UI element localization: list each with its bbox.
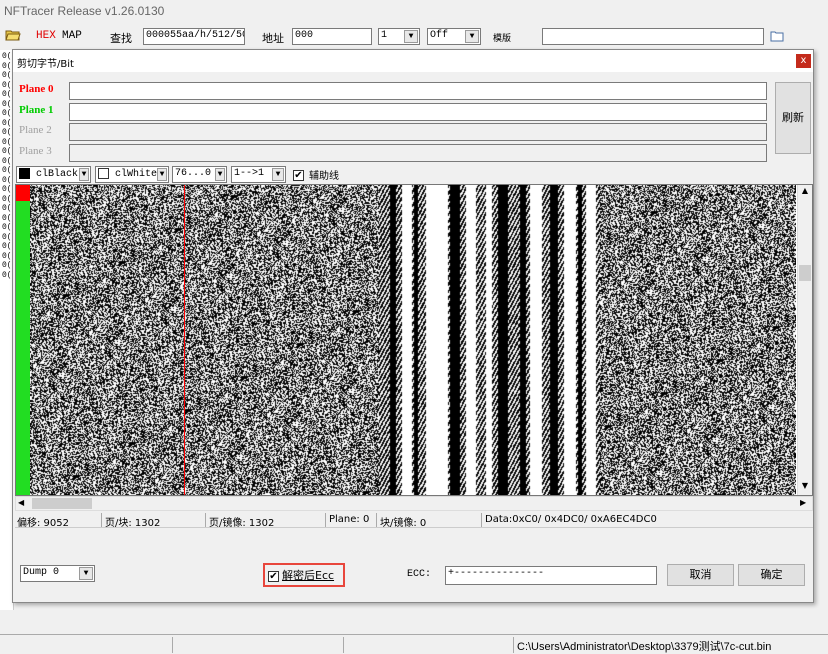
cancel-button[interactable]: 取消 bbox=[667, 564, 734, 586]
hex-tab[interactable]: HEX bbox=[36, 30, 56, 42]
plane-label-2: Plane 2 bbox=[19, 124, 52, 136]
plane-label-1: Plane 1 bbox=[19, 103, 54, 116]
mode-select-value: Off bbox=[430, 30, 449, 41]
scroll-right-icon[interactable]: ▶ bbox=[800, 498, 812, 510]
dialog-title: 剪切字节/Bit bbox=[17, 59, 74, 70]
background-color-select[interactable]: clWhite ▼ bbox=[95, 166, 169, 183]
direction-select[interactable]: 1-->1 ▼ bbox=[231, 166, 286, 183]
horizontal-scrollbar[interactable]: ◀ ▶ bbox=[15, 496, 813, 511]
plane-label-3: Plane 3 bbox=[19, 144, 52, 157]
scroll-left-icon[interactable]: ◀ bbox=[18, 498, 30, 510]
template-label: 模版 bbox=[493, 34, 512, 44]
white-swatch bbox=[98, 168, 109, 179]
dialog-titlebar: 剪切字节/Bit x bbox=[13, 50, 813, 72]
foreground-color-value: clBlack bbox=[36, 169, 79, 181]
plane-marker-red bbox=[16, 185, 30, 201]
main-statusbar: C:\Users\Administrator\Desktop\3379测试\7c… bbox=[0, 634, 828, 654]
ok-button[interactable]: 确定 bbox=[738, 564, 805, 586]
plane-marker-green bbox=[16, 201, 30, 495]
folder-icon[interactable] bbox=[770, 30, 784, 42]
mode-select[interactable]: Off ▼ bbox=[427, 28, 481, 45]
black-swatch bbox=[19, 168, 30, 179]
cut-bits-dialog: 剪切字节/Bit x Plane 0 Plane 1 Plane 2 Plane 3 … bbox=[12, 49, 814, 603]
cursor-line bbox=[184, 185, 185, 495]
chevron-down-icon: ▼ bbox=[215, 168, 225, 181]
refresh-button[interactable]: 刷新 bbox=[775, 82, 811, 154]
aux-lines-checkbox[interactable]: ✔ bbox=[293, 168, 304, 181]
ecc-label: ECC: bbox=[407, 569, 432, 580]
address-input[interactable]: 000 bbox=[292, 28, 372, 45]
direction-value: 1-->1 bbox=[234, 168, 265, 179]
level-select[interactable]: 1 ▼ bbox=[378, 28, 420, 45]
chevron-down-icon: ▼ bbox=[79, 168, 89, 181]
bitmap-canvas[interactable] bbox=[30, 185, 796, 495]
search-input[interactable]: 000055aa/h/512/508 bbox=[143, 28, 245, 45]
template-input[interactable] bbox=[542, 28, 764, 45]
hscroll-thumb[interactable] bbox=[32, 498, 92, 509]
scroll-down-icon[interactable]: ▼ bbox=[799, 481, 811, 493]
scroll-up-icon[interactable]: ▲ bbox=[799, 186, 811, 198]
close-icon: x bbox=[800, 55, 807, 66]
status-page-mirror: 页/镜像: 1302 bbox=[209, 518, 275, 529]
status-plane: Plane: 0 bbox=[329, 514, 370, 525]
checkmark-icon: ✔ bbox=[268, 571, 279, 582]
decrypt-ecc-label[interactable]: 解密后Ecc bbox=[282, 567, 334, 583]
dump-select-value: Dump 0 bbox=[23, 567, 60, 578]
level-select-value: 1 bbox=[381, 30, 388, 41]
chevron-down-icon: ▼ bbox=[272, 168, 284, 181]
status-page-block: 页/块: 1302 bbox=[105, 518, 161, 529]
cancel-button-label: 取消 bbox=[689, 568, 712, 581]
decrypt-ecc-checkbox[interactable]: ✔ bbox=[268, 569, 279, 582]
address-label: 地址 bbox=[262, 32, 284, 45]
status-offset: 偏移: 9052 bbox=[17, 518, 69, 529]
chevron-down-icon: ▼ bbox=[157, 168, 167, 181]
refresh-button-label: 刷新 bbox=[782, 111, 804, 124]
chevron-down-icon: ▼ bbox=[79, 567, 93, 580]
plane-input-1[interactable] bbox=[69, 102, 767, 121]
open-file-icon[interactable] bbox=[5, 28, 21, 42]
plane-input-3[interactable] bbox=[69, 143, 767, 162]
plane-input-0[interactable] bbox=[69, 82, 767, 100]
plane-input-2[interactable] bbox=[69, 123, 767, 141]
chevron-down-icon: ▼ bbox=[404, 30, 418, 43]
vertical-scrollbar[interactable]: ▲ ▼ bbox=[797, 185, 812, 495]
dialog-statusbar: 偏移: 9052 页/块: 1302 页/镜像: 1302 Plane: 0 块… bbox=[15, 512, 813, 529]
search-label: 查找 bbox=[110, 32, 132, 45]
dump-select[interactable]: Dump 0 ▼ bbox=[20, 565, 95, 582]
foreground-color-select[interactable]: clBlack ▼ bbox=[16, 166, 91, 183]
bit-order-value: 76...0 bbox=[175, 168, 212, 179]
app-title: NFTracer Release v1.26.0130 bbox=[4, 4, 165, 18]
checkmark-icon: ✔ bbox=[293, 170, 304, 181]
status-block-mirror: 块/镜像: 0 bbox=[380, 518, 427, 529]
scroll-thumb[interactable] bbox=[799, 265, 811, 281]
bitmap-viewport[interactable]: ▲ ▼ bbox=[15, 184, 813, 496]
bit-order-select[interactable]: 76...0 ▼ bbox=[172, 166, 227, 183]
background-left-text: 0( 0( 0( 0( 0( 0( 0( 0( 0( 0( 0( 0( 0( 0… bbox=[2, 52, 12, 280]
aux-lines-label: 辅助线 bbox=[309, 171, 339, 182]
ecc-input[interactable]: +--------------- bbox=[445, 566, 657, 585]
ok-button-label: 确定 bbox=[760, 568, 783, 581]
status-data: Data:0xC0/ 0x4DC0/ 0xA6EC4DC0 bbox=[485, 514, 657, 525]
close-button[interactable]: x bbox=[796, 54, 811, 68]
plane-label-0: Plane 0 bbox=[19, 83, 54, 95]
background-color-value: clWhite bbox=[115, 169, 158, 181]
chevron-down-icon: ▼ bbox=[465, 30, 479, 43]
file-path: C:\Users\Administrator\Desktop\3379测试\7c… bbox=[517, 641, 772, 653]
map-tab[interactable]: MAP bbox=[62, 30, 82, 42]
